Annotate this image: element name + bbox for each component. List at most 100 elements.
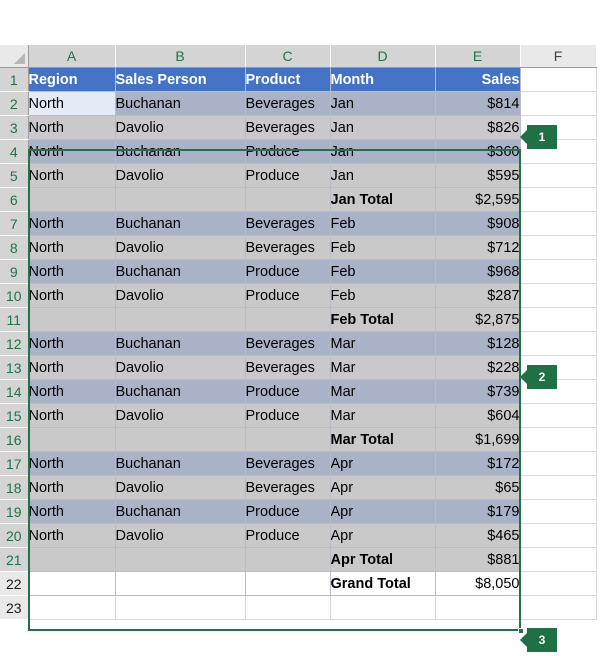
cell-C21[interactable]	[245, 547, 331, 572]
table-row[interactable]: 20 North Davolio Produce Apr $465	[0, 523, 597, 548]
table-row[interactable]: 17 North Buchanan Beverages Apr $172	[0, 451, 597, 476]
cell-A8[interactable]: North	[28, 235, 116, 260]
cell-B8[interactable]: Davolio	[115, 235, 246, 260]
cell-B13[interactable]: Davolio	[115, 355, 246, 380]
cell-B22[interactable]	[115, 571, 246, 596]
cell-E7[interactable]: $908	[435, 211, 521, 236]
select-all-corner[interactable]	[0, 45, 29, 68]
cell-D1[interactable]: Month	[330, 67, 436, 92]
cell-C17[interactable]: Beverages	[245, 451, 331, 476]
cell-B5[interactable]: Davolio	[115, 163, 246, 188]
cell-D21[interactable]: Apr Total	[330, 547, 436, 572]
cell-E21[interactable]: $881	[435, 547, 521, 572]
cell-A23[interactable]	[28, 595, 116, 620]
spreadsheet-sheet[interactable]: A B C D E F 1 Region Sales Person Product Month Sal…	[0, 45, 608, 652]
row-header-10[interactable]: 10	[0, 283, 29, 308]
cell-F12[interactable]	[520, 331, 597, 356]
table-row[interactable]: 6 Jan Total $2,595	[0, 187, 597, 212]
cell-F16[interactable]	[520, 427, 597, 452]
row-header-4[interactable]: 4	[0, 139, 29, 164]
cell-C6[interactable]	[245, 187, 331, 212]
cell-C4[interactable]: Produce	[245, 139, 331, 164]
cell-A2[interactable]: North	[28, 91, 116, 116]
cell-D6[interactable]: Jan Total	[330, 187, 436, 212]
cell-C7[interactable]: Beverages	[245, 211, 331, 236]
cell-B20[interactable]: Davolio	[115, 523, 246, 548]
row-header-12[interactable]: 12	[0, 331, 29, 356]
cell-E11[interactable]: $2,875	[435, 307, 521, 332]
cell-F8[interactable]	[520, 235, 597, 260]
cell-B14[interactable]: Buchanan	[115, 379, 246, 404]
cell-D19[interactable]: Apr	[330, 499, 436, 524]
cell-C9[interactable]: Produce	[245, 259, 331, 284]
row-header-2[interactable]: 2	[0, 91, 29, 116]
cell-B2[interactable]: Buchanan	[115, 91, 246, 116]
table-row[interactable]: 23	[0, 595, 597, 620]
table-row[interactable]: 19 North Buchanan Produce Apr $179	[0, 499, 597, 524]
cell-C11[interactable]	[245, 307, 331, 332]
row-header-14[interactable]: 14	[0, 379, 29, 404]
cell-F18[interactable]	[520, 475, 597, 500]
cell-A14[interactable]: North	[28, 379, 116, 404]
cell-E23[interactable]	[435, 595, 521, 620]
cell-E13[interactable]: $228	[435, 355, 521, 380]
cell-A6[interactable]	[28, 187, 116, 212]
cell-D17[interactable]: Apr	[330, 451, 436, 476]
row-header-6[interactable]: 6	[0, 187, 29, 212]
cell-E22[interactable]: $8,050	[435, 571, 521, 596]
cell-B10[interactable]: Davolio	[115, 283, 246, 308]
table-row[interactable]: 15 North Davolio Produce Mar $604	[0, 403, 597, 428]
cell-D4[interactable]: Jan	[330, 139, 436, 164]
cell-A12[interactable]: North	[28, 331, 116, 356]
cell-D5[interactable]: Jan	[330, 163, 436, 188]
cell-C13[interactable]: Beverages	[245, 355, 331, 380]
cell-A11[interactable]	[28, 307, 116, 332]
cell-E16[interactable]: $1,699	[435, 427, 521, 452]
cell-D13[interactable]: Mar	[330, 355, 436, 380]
table-row[interactable]: 21 Apr Total $881	[0, 547, 597, 572]
cell-C19[interactable]: Produce	[245, 499, 331, 524]
cell-D11[interactable]: Feb Total	[330, 307, 436, 332]
cell-B23[interactable]	[115, 595, 246, 620]
cell-E5[interactable]: $595	[435, 163, 521, 188]
cell-F20[interactable]	[520, 523, 597, 548]
cell-F9[interactable]	[520, 259, 597, 284]
cell-A22[interactable]	[28, 571, 116, 596]
cell-D8[interactable]: Feb	[330, 235, 436, 260]
row-header-20[interactable]: 20	[0, 523, 29, 548]
cell-B12[interactable]: Buchanan	[115, 331, 246, 356]
cell-A16[interactable]	[28, 427, 116, 452]
cell-D23[interactable]	[330, 595, 436, 620]
cell-C22[interactable]	[245, 571, 331, 596]
cell-E9[interactable]: $968	[435, 259, 521, 284]
cell-B6[interactable]	[115, 187, 246, 212]
row-header-21[interactable]: 21	[0, 547, 29, 572]
row-header-19[interactable]: 19	[0, 499, 29, 524]
cell-D18[interactable]: Apr	[330, 475, 436, 500]
cell-F17[interactable]	[520, 451, 597, 476]
cell-E6[interactable]: $2,595	[435, 187, 521, 212]
table-row[interactable]: 18 North Davolio Beverages Apr $65	[0, 475, 597, 500]
cell-B15[interactable]: Davolio	[115, 403, 246, 428]
cell-E3[interactable]: $826	[435, 115, 521, 140]
cell-C23[interactable]	[245, 595, 331, 620]
cell-F2[interactable]	[520, 91, 597, 116]
row-header-9[interactable]: 9	[0, 259, 29, 284]
cell-C10[interactable]: Produce	[245, 283, 331, 308]
column-header-a[interactable]: A	[28, 45, 116, 68]
cell-B18[interactable]: Davolio	[115, 475, 246, 500]
cell-A3[interactable]: North	[28, 115, 116, 140]
cell-F1[interactable]	[520, 67, 597, 92]
cell-A5[interactable]: North	[28, 163, 116, 188]
cell-E17[interactable]: $172	[435, 451, 521, 476]
cell-A21[interactable]	[28, 547, 116, 572]
cell-C2[interactable]: Beverages	[245, 91, 331, 116]
cell-C5[interactable]: Produce	[245, 163, 331, 188]
cell-C1[interactable]: Product	[245, 67, 331, 92]
cell-D16[interactable]: Mar Total	[330, 427, 436, 452]
cell-B7[interactable]: Buchanan	[115, 211, 246, 236]
cell-A13[interactable]: North	[28, 355, 116, 380]
cell-A1[interactable]: Region	[28, 67, 116, 92]
cell-C18[interactable]: Beverages	[245, 475, 331, 500]
cell-D2[interactable]: Jan	[330, 91, 436, 116]
